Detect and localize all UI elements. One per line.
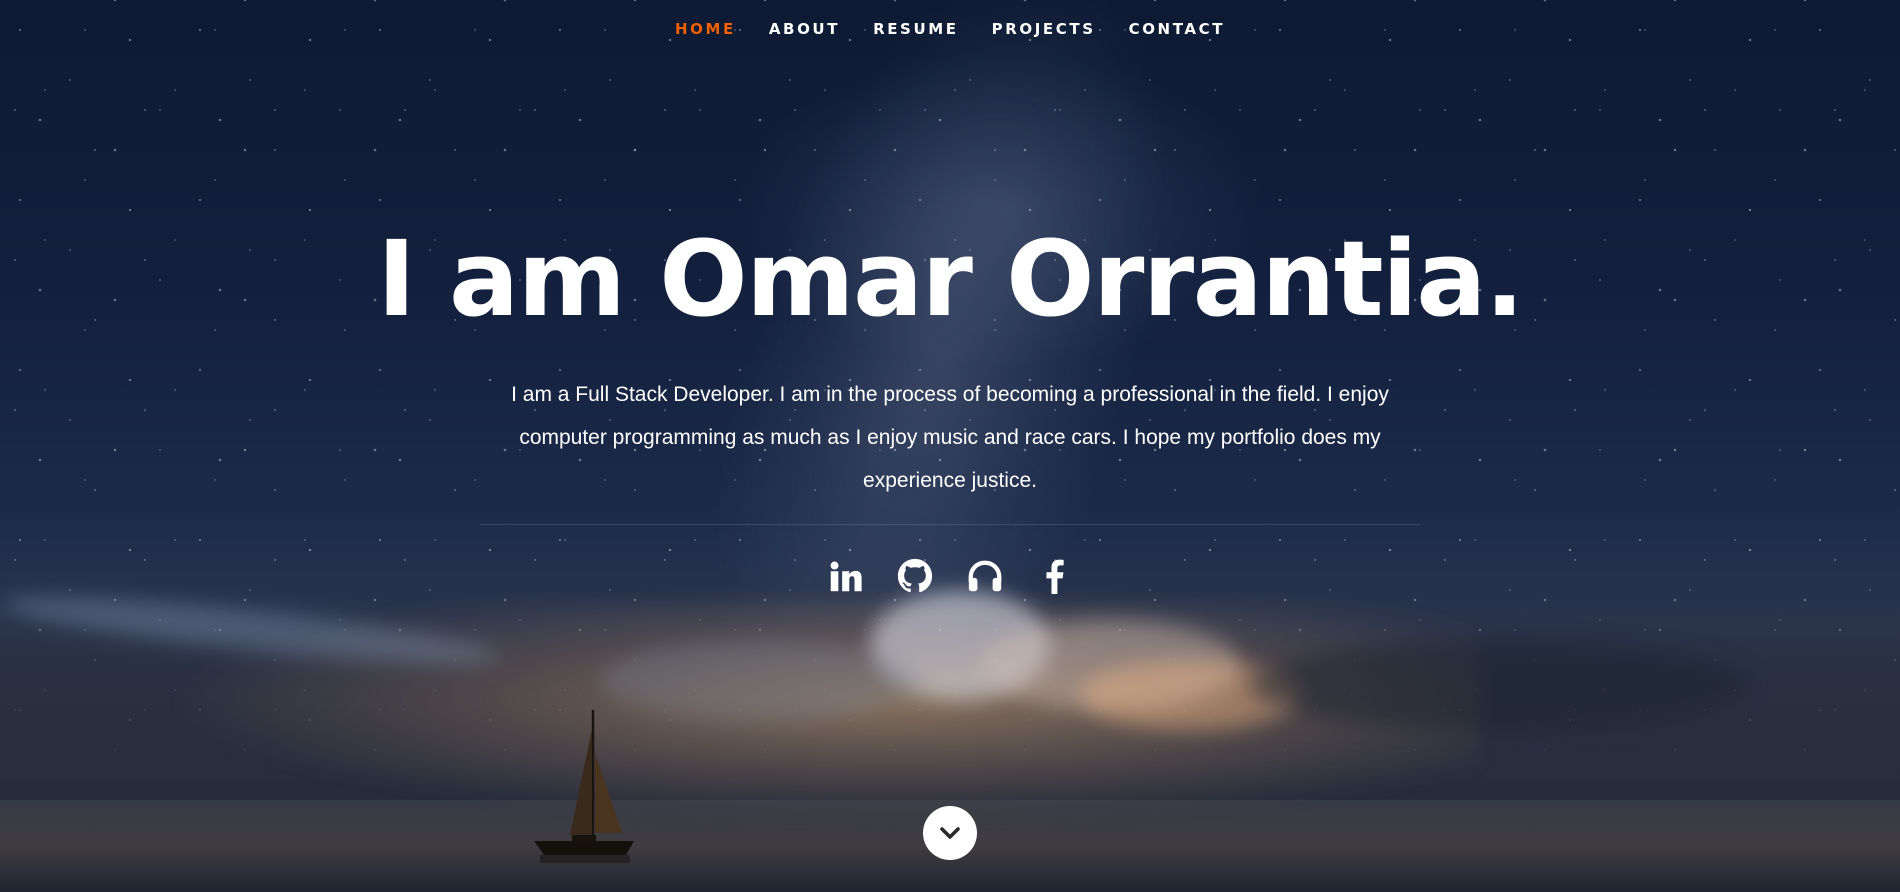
hero-section: HOME ABOUT RESUME PROJECTS CONTACT I am … xyxy=(0,0,1900,892)
scroll-down-button[interactable] xyxy=(923,806,977,860)
nav-about[interactable]: ABOUT xyxy=(769,18,840,40)
social-links xyxy=(0,553,1900,599)
sailboat-image xyxy=(534,710,634,863)
linkedin-link[interactable] xyxy=(826,553,864,599)
facebook-link[interactable] xyxy=(1036,553,1074,599)
facebook-icon xyxy=(1046,559,1064,595)
nav-projects[interactable]: PROJECTS xyxy=(992,18,1096,40)
cloud xyxy=(600,640,920,720)
hero-intro: I am a Full Stack Developer. I am in the… xyxy=(511,383,1389,492)
cloud xyxy=(1250,640,1750,730)
main-nav: HOME ABOUT RESUME PROJECTS CONTACT xyxy=(0,18,1900,40)
headphones-icon xyxy=(968,560,1002,592)
nav-contact[interactable]: CONTACT xyxy=(1129,18,1225,40)
nav-resume[interactable]: RESUME xyxy=(873,18,959,40)
chevron-down-icon xyxy=(940,827,960,839)
divider xyxy=(480,524,1420,525)
github-link[interactable] xyxy=(896,553,934,599)
music-link[interactable] xyxy=(966,553,1004,599)
nav-home[interactable]: HOME xyxy=(675,18,736,40)
hero-headline: I am Omar Orrantia. xyxy=(377,218,1524,340)
linkedin-icon xyxy=(830,561,862,592)
github-icon xyxy=(897,558,933,593)
